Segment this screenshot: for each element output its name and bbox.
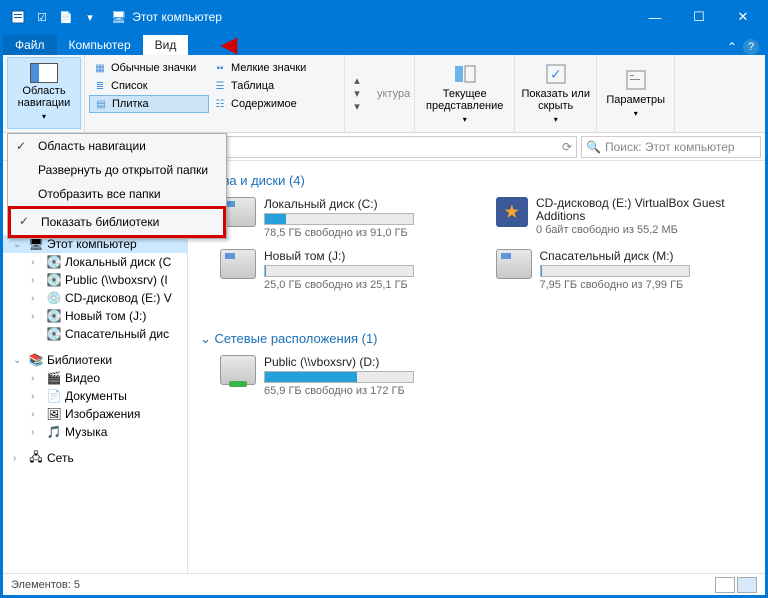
titlebar: ☑ 📄 ▾ 🖥 Этот компьютер — ☐ ✕ bbox=[3, 3, 765, 31]
tree-pictures[interactable]: ›🖼Изображения bbox=[3, 405, 187, 423]
view-tiles[interactable]: ▤Плитка bbox=[89, 95, 209, 113]
tab-file[interactable]: Файл bbox=[3, 35, 57, 55]
statusbar-tiles-view[interactable] bbox=[737, 577, 757, 593]
status-bar: Элементов: 5 bbox=[3, 573, 765, 595]
help-icon[interactable]: ? bbox=[743, 39, 759, 55]
tree-newvol[interactable]: ›💽Новый том (J:) bbox=[3, 307, 187, 325]
properties-icon[interactable] bbox=[7, 6, 29, 28]
layout-views: ▦Обычные значки ▪▪Мелкие значки ≣Список … bbox=[89, 59, 340, 113]
quick-access-toolbar: ☑ 📄 ▾ bbox=[3, 6, 105, 28]
minimize-ribbon-icon[interactable]: ⌃ bbox=[727, 40, 737, 54]
new-folder-icon[interactable]: 📄 bbox=[55, 6, 77, 28]
show-hide-icon: ✓ bbox=[544, 62, 568, 86]
tree-cd[interactable]: ›💿CD-дисковод (E:) V bbox=[3, 289, 187, 307]
content-pane: ▾ ства и диски (4) Локальный диск (C:)78… bbox=[188, 161, 765, 573]
current-view-button[interactable]: Текущее представление▾ bbox=[415, 55, 515, 132]
options-icon bbox=[624, 68, 648, 92]
check-icon[interactable]: ☑ bbox=[31, 6, 53, 28]
tree-video[interactable]: ›🎬Видео bbox=[3, 369, 187, 387]
drive-newvol[interactable]: Новый том (J:)25,0 ГБ свободно из 25,1 Г… bbox=[220, 249, 478, 291]
window-title: Этот компьютер bbox=[132, 10, 222, 24]
tree-music[interactable]: ›🎵Музыка bbox=[3, 423, 187, 441]
tree-documents[interactable]: ›📄Документы bbox=[3, 387, 187, 405]
tree-libraries[interactable]: ⌄📚Библиотеки bbox=[3, 351, 187, 369]
tab-view[interactable]: Вид bbox=[143, 35, 189, 55]
view-details[interactable]: ☰Таблица bbox=[209, 77, 329, 95]
search-box[interactable]: 🔍 Поиск: Этот компьютер bbox=[581, 136, 761, 158]
current-view-icon bbox=[453, 62, 477, 86]
close-button[interactable]: ✕ bbox=[721, 3, 765, 31]
tab-computer[interactable]: Компьютер bbox=[57, 35, 143, 55]
dropdown-expand-to-folder[interactable]: Развернуть до открытой папки bbox=[8, 158, 226, 182]
status-item-count: Элементов: 5 bbox=[11, 579, 80, 591]
show-hide-button[interactable]: ✓ Показать или скрыть▾ bbox=[515, 55, 597, 132]
hdd-icon bbox=[496, 249, 532, 279]
navigation-pane-dropdown: ✓Область навигации Развернуть до открыто… bbox=[7, 133, 227, 239]
drive-public-net[interactable]: Public (\\vboxsrv) (D:)65,9 ГБ свободно … bbox=[220, 355, 478, 397]
dropdown-show-all-folders[interactable]: Отобразить все папки bbox=[8, 182, 226, 206]
thispc-icon: 🖥 bbox=[111, 10, 126, 24]
dropdown-show-libraries[interactable]: ✓Показать библиотеки bbox=[8, 206, 226, 238]
navigation-pane-label: Область навигации bbox=[8, 85, 80, 109]
check-icon: ✓ bbox=[16, 139, 26, 153]
view-list[interactable]: ≣Список bbox=[89, 77, 209, 95]
drive-rescue[interactable]: Спасательный диск (M:)7,95 ГБ свободно и… bbox=[496, 249, 754, 291]
network-drive-icon bbox=[220, 355, 256, 385]
section-devices-drives[interactable]: ▾ ства и диски (4) bbox=[200, 173, 753, 189]
search-placeholder: Поиск: Этот компьютер bbox=[605, 140, 735, 154]
navigation-pane-icon bbox=[30, 63, 58, 83]
tree-public[interactable]: ›💽Public (\\vboxsrv) (I bbox=[3, 271, 187, 289]
drive-cd-vbox[interactable]: ★ CD-дисковод (E:) VirtualBox Guest Addi… bbox=[496, 197, 754, 239]
statusbar-details-view[interactable] bbox=[715, 577, 735, 593]
check-icon: ✓ bbox=[19, 214, 29, 228]
ribbon: Область навигации ▾ ▦Обычные значки ▪▪Ме… bbox=[3, 55, 765, 133]
ribbon-tabs: Файл Компьютер Вид ◄ ⌃ ? bbox=[3, 31, 765, 55]
explorer-window: ☑ 📄 ▾ 🖥 Этот компьютер — ☐ ✕ Файл Компью… bbox=[2, 2, 766, 596]
navigation-pane-button[interactable]: Область навигации ▾ bbox=[7, 57, 81, 129]
qat-dropdown-icon[interactable]: ▾ bbox=[79, 6, 101, 28]
search-icon: 🔍 bbox=[586, 140, 601, 154]
view-content[interactable]: ☷Содержимое bbox=[209, 95, 329, 113]
view-medium-icons[interactable]: ▦Обычные значки bbox=[89, 59, 209, 77]
view-small-icons[interactable]: ▪▪Мелкие значки bbox=[209, 59, 329, 77]
virtualbox-icon: ★ bbox=[496, 197, 528, 227]
minimize-button[interactable]: — bbox=[633, 3, 677, 31]
tree-network[interactable]: ›🖧Сеть bbox=[3, 449, 187, 467]
hdd-icon bbox=[220, 249, 256, 279]
maximize-button[interactable]: ☐ bbox=[677, 3, 721, 31]
section-network-locations[interactable]: ⌄ Сетевые расположения (1) bbox=[200, 331, 753, 347]
options-button[interactable]: Параметры▾ bbox=[597, 55, 675, 132]
tree-rescue[interactable]: 💽Спасательный дис bbox=[3, 325, 187, 343]
cut-label-fragment: уктура bbox=[377, 88, 410, 100]
drive-local-c[interactable]: Локальный диск (C:)78,5 ГБ свободно из 9… bbox=[220, 197, 478, 239]
layout-more[interactable]: ▴▾▾ bbox=[345, 55, 369, 132]
dropdown-navigation-pane[interactable]: ✓Область навигации bbox=[8, 134, 226, 158]
svg-text:✓: ✓ bbox=[550, 66, 562, 82]
tree-local-c[interactable]: ›💽Локальный диск (C bbox=[3, 253, 187, 271]
